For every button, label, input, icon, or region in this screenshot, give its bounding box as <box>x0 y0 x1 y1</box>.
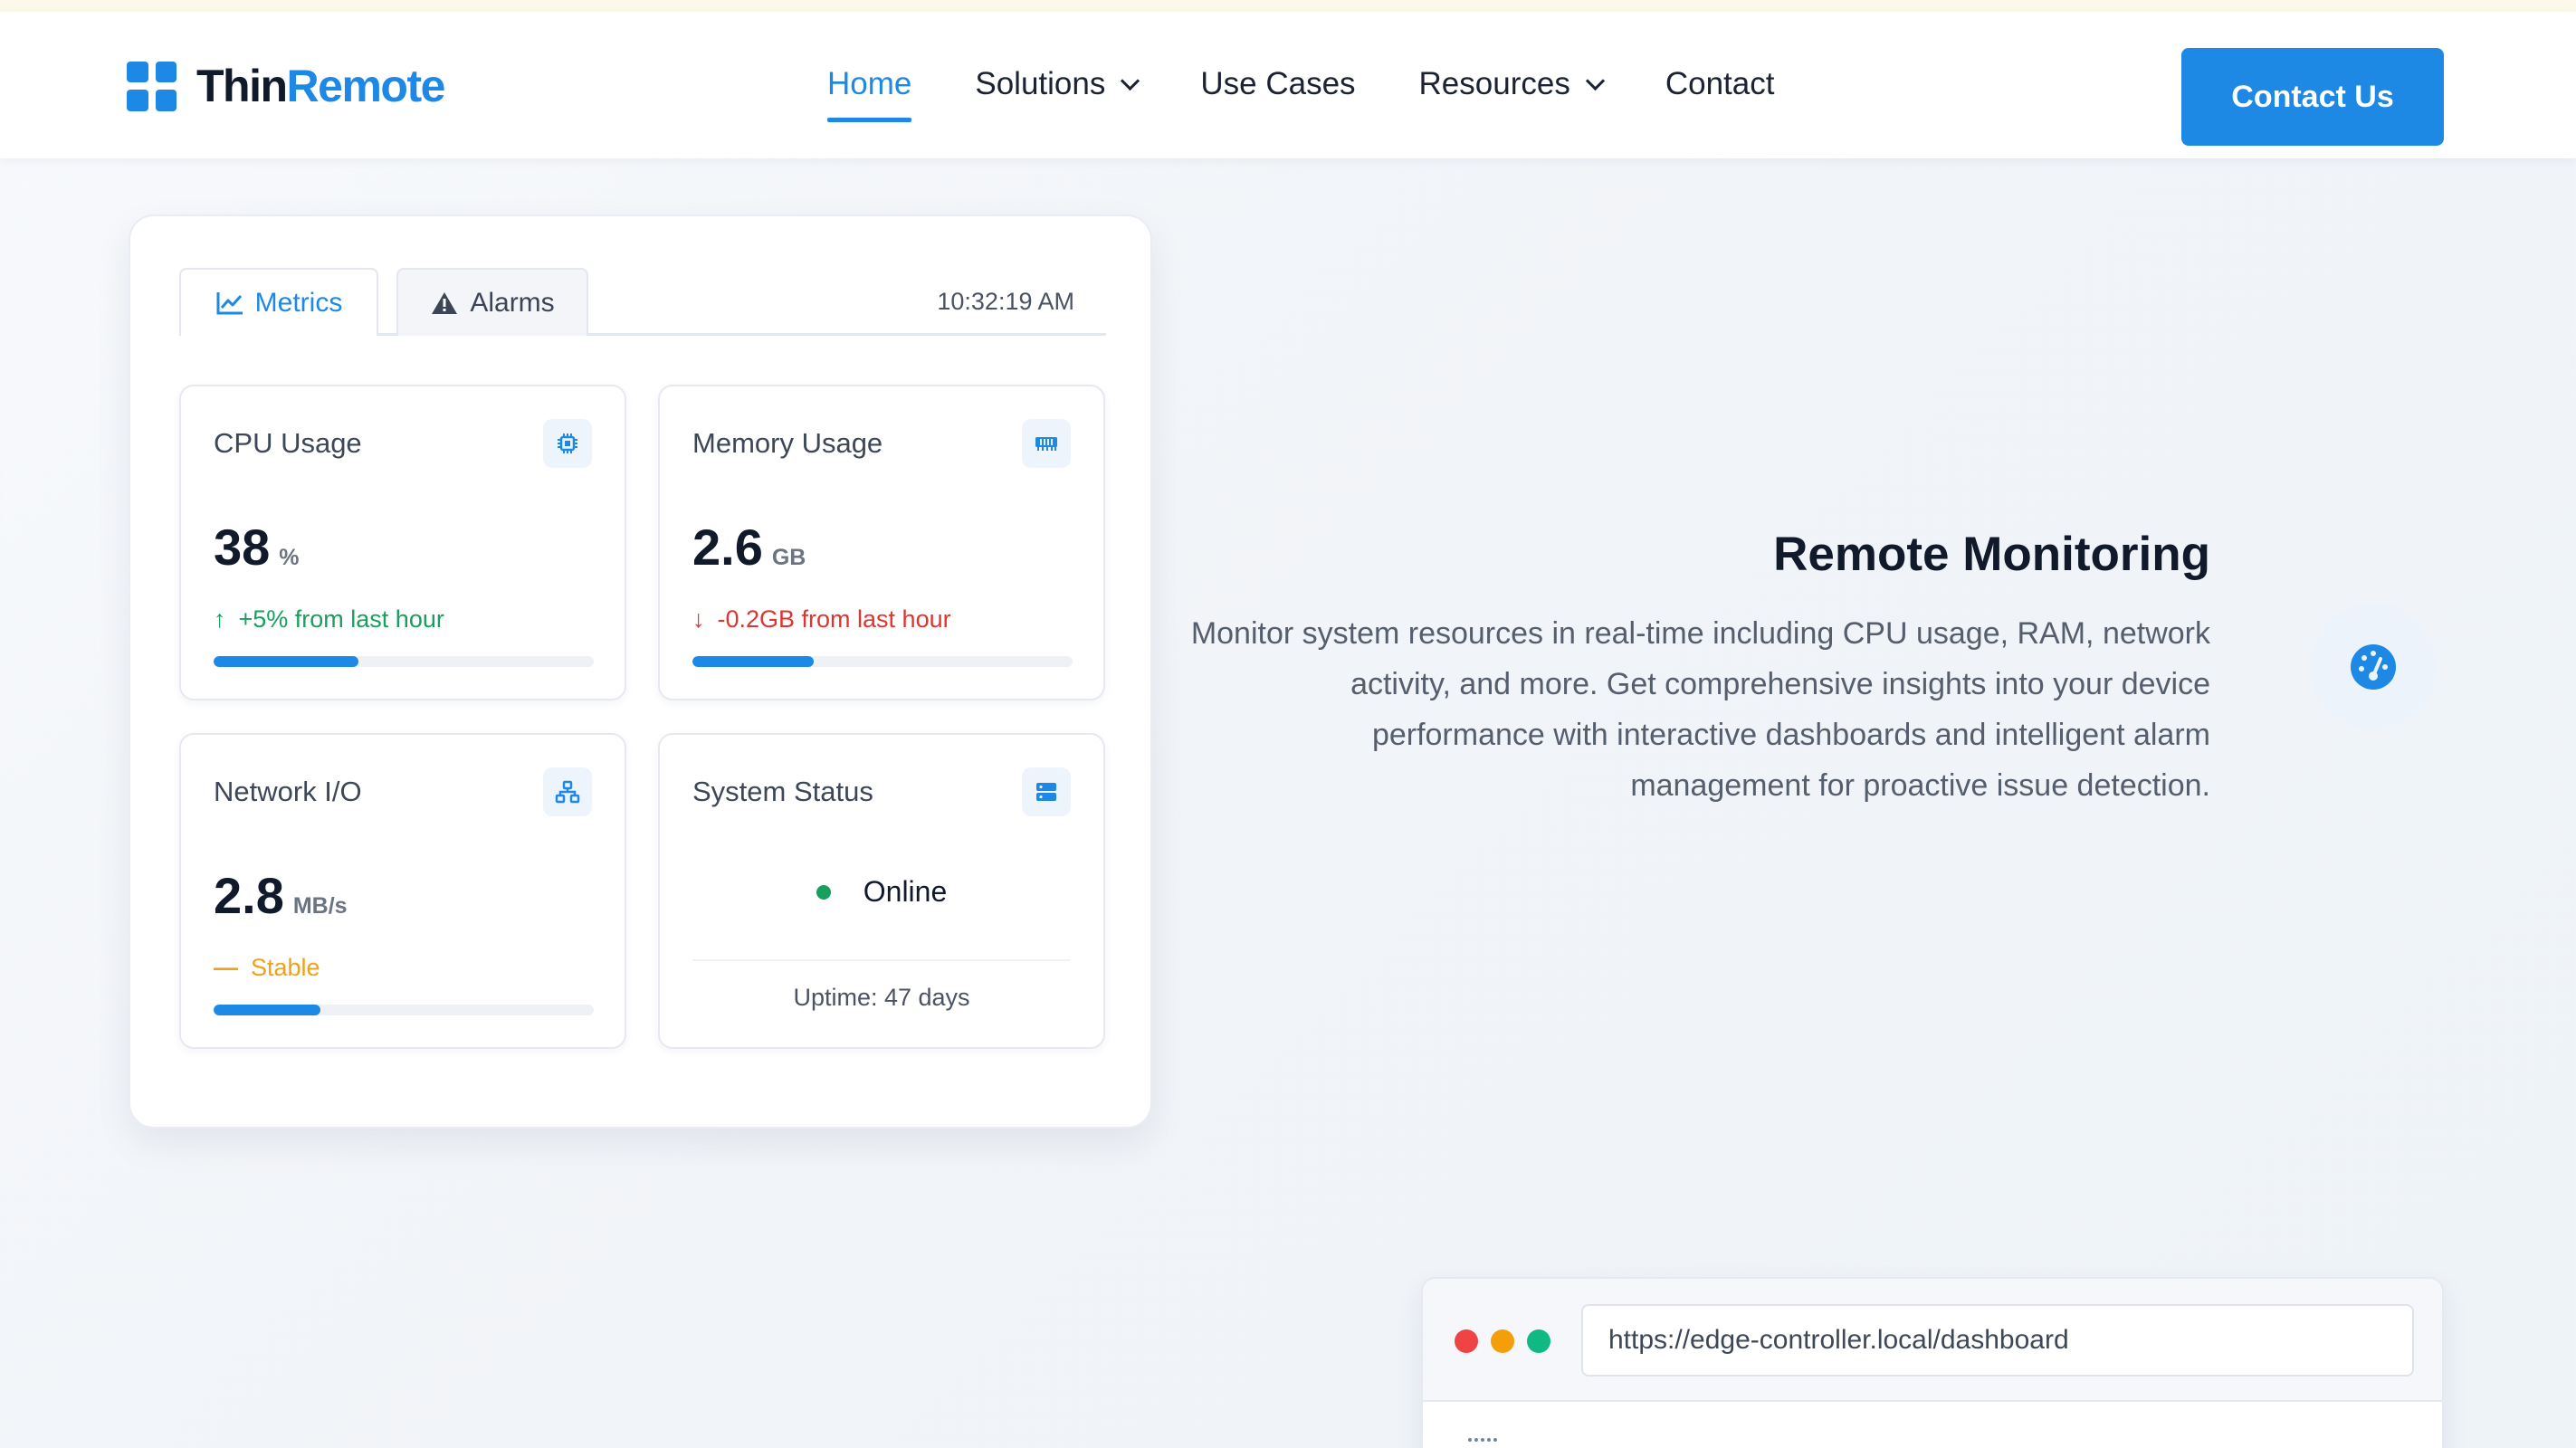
brand-name: ThinRemote <box>196 60 446 112</box>
arrow-down-icon: ↓ <box>692 605 705 633</box>
memory-usage-card: Memory Usage 2.6 GB ↓ -0.2GB from last h… <box>658 385 1105 700</box>
nav-solutions-label: Solutions <box>975 66 1106 101</box>
dashboard-panel: Metrics Alarms 10:32:19 AM CPU Usage 38 … <box>129 214 1152 1129</box>
speedometer-icon <box>2351 644 2396 690</box>
metric-value: 2.8 MB/s <box>214 866 348 925</box>
network-icon <box>543 767 592 816</box>
memory-icon <box>1022 419 1071 468</box>
warning-icon <box>432 291 458 314</box>
arrow-up-icon: ↑ <box>214 605 226 633</box>
logo-grid-icon <box>127 61 177 111</box>
status-dot-icon <box>816 884 831 900</box>
card-title: CPU Usage <box>214 427 362 459</box>
network-value: 2.8 <box>214 867 284 924</box>
close-dot-icon <box>1455 1329 1478 1353</box>
network-progress-bar <box>214 1005 594 1015</box>
memory-unit: GB <box>771 545 806 570</box>
browser-toolbar: https://edge-controller.local/dashboard <box>1423 1279 2442 1402</box>
minus-icon: — <box>214 954 238 981</box>
memory-progress-bar <box>692 656 1073 667</box>
brand-name-part2: Remote <box>286 61 446 111</box>
tab-alarms-label: Alarms <box>470 287 555 318</box>
browser-content-peek <box>1468 1438 1497 1443</box>
network-unit: MB/s <box>292 893 348 919</box>
metric-value: 2.6 GB <box>692 518 806 576</box>
cpu-usage-card: CPU Usage 38 % ↑ +5% from last hour <box>179 385 626 700</box>
nav-use-cases-label: Use Cases <box>1200 66 1356 101</box>
chevron-down-icon <box>1585 71 1605 90</box>
nav-resources-label: Resources <box>1418 66 1570 101</box>
tab-metrics[interactable]: Metrics <box>179 268 378 336</box>
cpu-unit: % <box>279 545 300 570</box>
feature-title: Remote Monitoring <box>1773 528 2210 581</box>
nav-use-cases[interactable]: Use Cases <box>1200 66 1355 102</box>
feature-badge <box>2310 604 2437 730</box>
cpu-progress-bar <box>214 656 594 667</box>
network-trend-text: Stable <box>251 954 320 981</box>
nav-contact-label: Contact <box>1665 66 1775 101</box>
progress-fill <box>214 1005 320 1015</box>
memory-trend: ↓ -0.2GB from last hour <box>692 605 951 634</box>
network-trend: — Stable <box>214 954 320 982</box>
server-icon <box>1022 767 1071 816</box>
site-header: ThinRemote Home Solutions Use Cases Reso… <box>0 12 2576 158</box>
dashboard-tabs: Metrics Alarms 10:32:19 AM <box>179 268 1106 336</box>
brand-name-part1: Thin <box>196 61 288 111</box>
memory-value: 2.6 <box>692 519 763 576</box>
progress-fill <box>214 656 358 667</box>
nav-home[interactable]: Home <box>827 66 912 122</box>
tab-metrics-label: Metrics <box>254 287 343 318</box>
contact-us-button[interactable]: Contact Us <box>2181 48 2444 146</box>
top-strip <box>0 0 2576 12</box>
cpu-chip-icon <box>543 419 592 468</box>
tab-alarms[interactable]: Alarms <box>396 268 588 336</box>
cpu-trend: ↑ +5% from last hour <box>214 605 444 634</box>
network-io-card: Network I/O 2.8 MB/s — Stable <box>179 733 626 1049</box>
nav-contact[interactable]: Contact <box>1665 66 1775 102</box>
nav-solutions[interactable]: Solutions <box>975 66 1140 102</box>
nav-home-label: Home <box>827 66 912 101</box>
main-nav: Home Solutions Use Cases Resources Conta… <box>827 66 1837 122</box>
status-indicator: Online <box>660 875 1103 909</box>
card-title: System Status <box>692 776 873 807</box>
memory-trend-text: -0.2GB from last hour <box>717 605 951 633</box>
browser-mockup: https://edge-controller.local/dashboard <box>1421 1277 2444 1448</box>
cpu-value: 38 <box>214 519 271 576</box>
card-title: Memory Usage <box>692 427 883 459</box>
minimize-dot-icon <box>1491 1329 1514 1353</box>
nav-resources[interactable]: Resources <box>1418 66 1605 102</box>
status-text: Online <box>863 875 948 908</box>
card-title: Network I/O <box>214 776 362 807</box>
maximize-dot-icon <box>1527 1329 1550 1353</box>
system-status-card: System Status Online Uptime: 47 days <box>658 733 1105 1049</box>
metric-value: 38 % <box>214 518 300 576</box>
cpu-trend-text: +5% from last hour <box>238 605 444 633</box>
line-chart-icon <box>216 291 243 314</box>
address-bar[interactable]: https://edge-controller.local/dashboard <box>1581 1304 2414 1377</box>
progress-fill <box>692 656 815 667</box>
uptime-text: Uptime: 47 days <box>793 984 970 1011</box>
feature-description: Monitor system resources in real-time in… <box>1190 616 2210 803</box>
logo[interactable]: ThinRemote <box>127 60 446 112</box>
chevron-down-icon <box>1121 71 1140 90</box>
divider <box>692 959 1071 961</box>
dashboard-clock: 10:32:19 AM <box>937 288 1074 315</box>
